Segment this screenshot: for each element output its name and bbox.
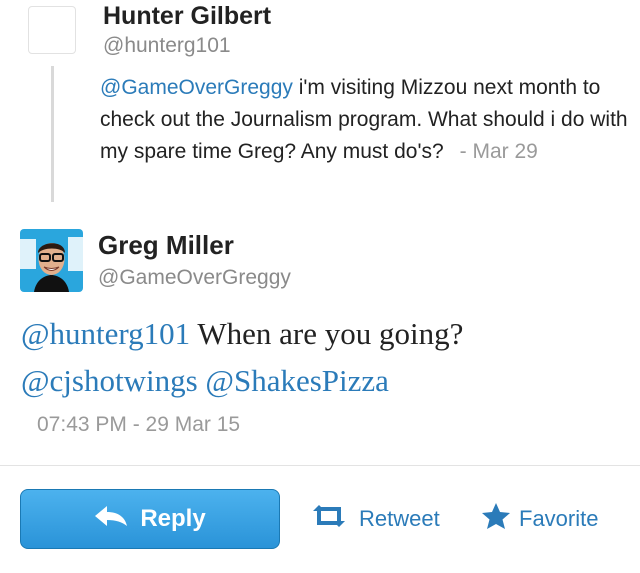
reply-author-name[interactable]: Hunter Gilbert bbox=[103, 2, 271, 31]
avatar-image bbox=[20, 229, 83, 292]
retweet-label: Retweet bbox=[359, 506, 440, 531]
reply-button-label: Reply bbox=[140, 505, 206, 532]
main-tweet-body: When are you going? bbox=[190, 316, 464, 351]
tweet-timestamp: 07:43 PM - 29 Mar 15 bbox=[37, 413, 241, 436]
main-author-handle[interactable]: @GameOverGreggy bbox=[98, 266, 291, 290]
favorite-button[interactable]: Favorite bbox=[481, 502, 598, 536]
reply-button[interactable]: Reply bbox=[20, 489, 280, 549]
main-author-name[interactable]: Greg Miller bbox=[98, 230, 234, 261]
favorite-label: Favorite bbox=[519, 506, 599, 531]
mention-link-cjshotwings[interactable]: @cjshotwings bbox=[21, 363, 198, 398]
thread-connector-line bbox=[51, 66, 54, 202]
main-author-avatar[interactable] bbox=[20, 229, 83, 292]
retweet-button[interactable]: Retweet bbox=[309, 502, 440, 536]
reply-tweet-time[interactable]: - Mar 29 bbox=[460, 140, 538, 163]
reply-author-avatar[interactable] bbox=[28, 6, 76, 54]
reply-mention-link[interactable]: @GameOverGreggy bbox=[100, 76, 293, 99]
reply-tweet-text: @GameOverGreggy i'm visiting Mizzou next… bbox=[100, 72, 628, 168]
reply-author-handle[interactable]: @hunterg101 bbox=[103, 34, 231, 58]
mention-link-hunterg101[interactable]: @hunterg101 bbox=[21, 316, 190, 351]
mention-link-shakespizza[interactable]: @ShakesPizza bbox=[205, 363, 389, 398]
divider bbox=[0, 465, 640, 466]
reply-arrow-icon bbox=[94, 505, 128, 534]
main-tweet-text: @hunterg101 When are you going? @cjshotw… bbox=[21, 310, 631, 404]
retweet-icon bbox=[309, 503, 349, 535]
star-icon bbox=[481, 502, 511, 536]
